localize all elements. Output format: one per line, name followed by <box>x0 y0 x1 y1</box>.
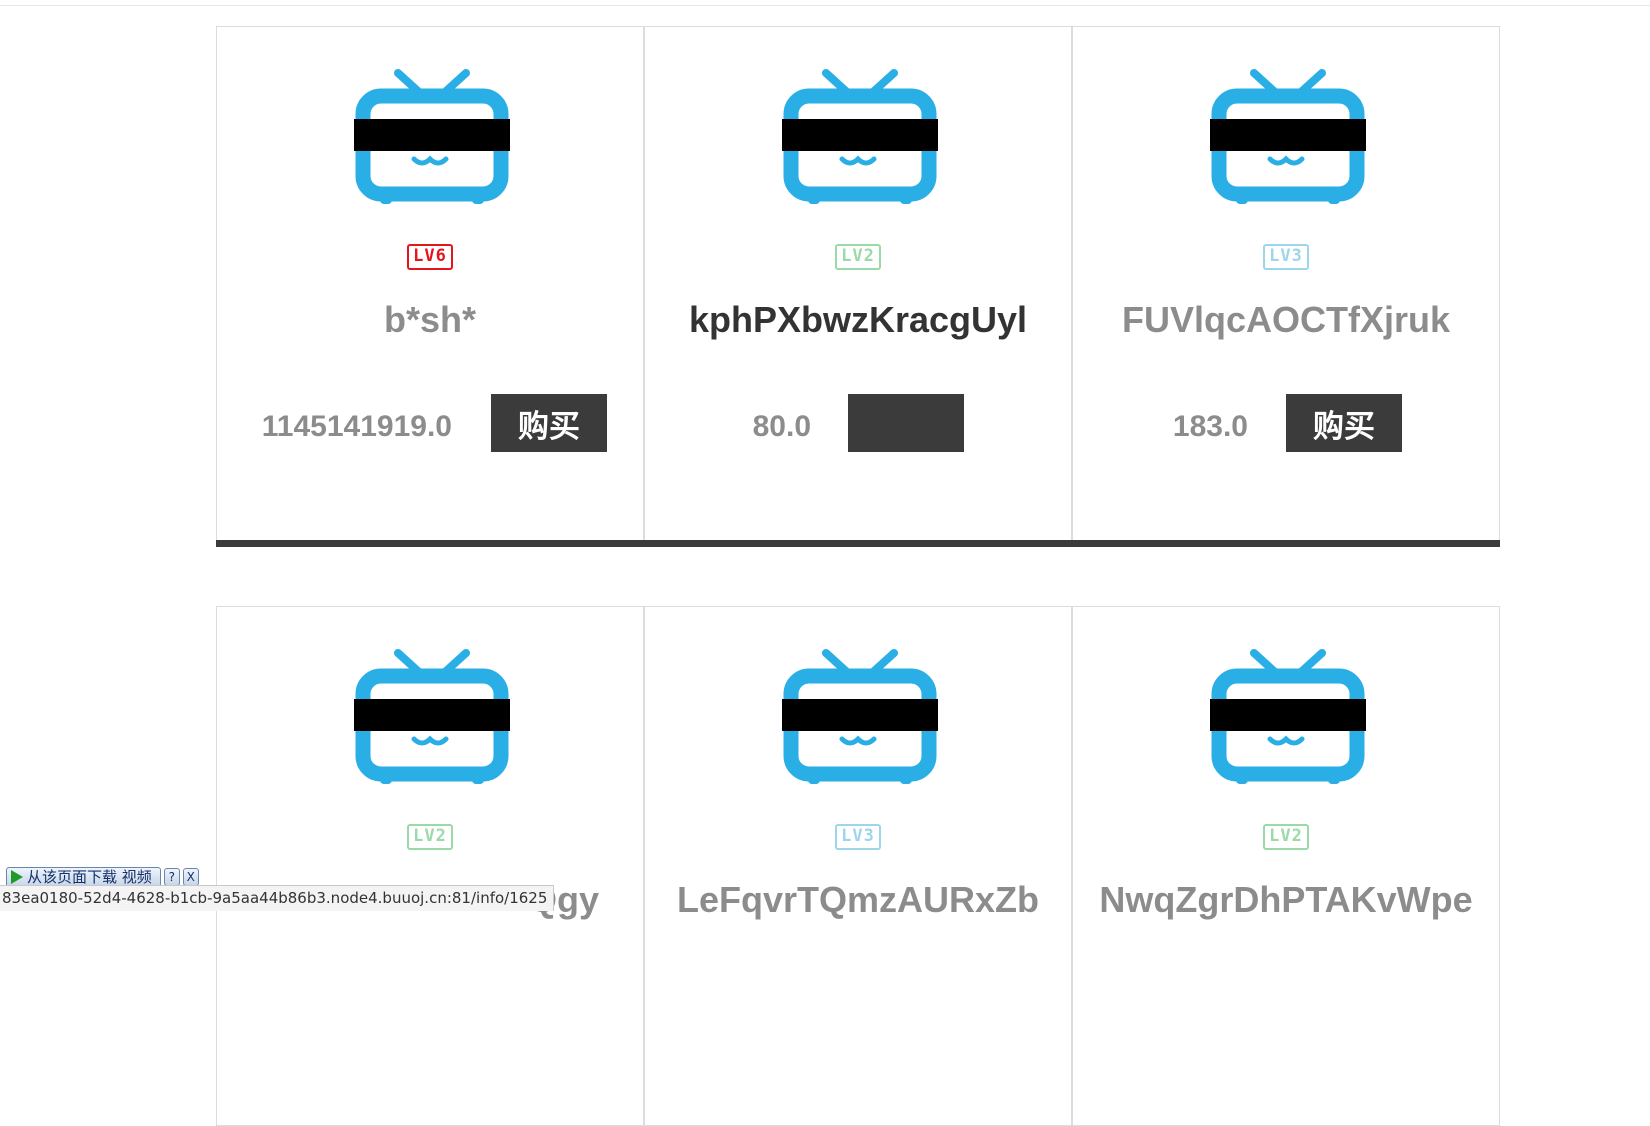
username: LeFqvrTQmzAURxZb <box>676 879 1040 920</box>
username: kphPXbwzKracgUyl <box>688 299 1028 340</box>
product-grid: LV6 b*sh* 1145141919.0 购买 LV2 kphPXbwzKr… <box>216 26 1500 1126</box>
level-badge: LV2 <box>1263 824 1309 850</box>
tv-avatar-icon <box>354 649 510 784</box>
card-bottom-bar <box>1072 540 1500 547</box>
product-card[interactable]: LV2 NwqZgrDhPTAKvWpe <box>1072 606 1500 1126</box>
username: NwqZgrDhPTAKvWpe <box>1099 879 1473 920</box>
card-bottom-bar <box>644 540 1072 547</box>
play-icon <box>11 870 23 884</box>
product-card[interactable]: LV2 kphPXbwzKracgUyl 80.0 <box>644 26 1072 547</box>
level-badge: LV6 <box>407 244 453 270</box>
level-badge: LV3 <box>1263 244 1309 270</box>
tv-avatar-icon <box>1210 649 1366 784</box>
buy-button[interactable]: 购买 <box>491 394 607 452</box>
price: 183.0 <box>1172 410 1248 443</box>
level-badge: LV2 <box>407 824 453 850</box>
download-video-button[interactable]: 从该页面下载 视频 <box>6 867 161 887</box>
status-bar-url: 83ea0180-52d4-4628-b1cb-9a5aa44b86b3.nod… <box>0 885 555 911</box>
tv-avatar-icon <box>782 649 938 784</box>
tv-avatar-icon <box>1210 69 1366 204</box>
price: 1145141919.0 <box>261 410 452 443</box>
level-badge: LV3 <box>835 824 881 850</box>
download-label: 从该页面下载 视频 <box>27 868 152 886</box>
username: FUVlqcAOCTfXjruk <box>1121 299 1451 340</box>
buy-button[interactable]: 购买 <box>1286 394 1402 452</box>
username: b*sh* <box>383 299 477 340</box>
tv-avatar-icon <box>354 69 510 204</box>
product-card[interactable]: LV2 Qgy <box>216 606 644 1126</box>
tv-avatar-icon <box>782 69 938 204</box>
close-button[interactable]: X <box>182 868 199 886</box>
top-divider <box>0 5 1650 6</box>
product-card[interactable]: LV3 FUVlqcAOCTfXjruk 183.0 购买 <box>1072 26 1500 547</box>
help-button[interactable]: ? <box>163 868 180 886</box>
price: 80.0 <box>752 410 811 443</box>
level-badge: LV2 <box>835 244 881 270</box>
product-card[interactable]: LV3 LeFqvrTQmzAURxZb <box>644 606 1072 1126</box>
buy-button[interactable] <box>848 394 964 452</box>
card-bottom-bar <box>216 540 644 547</box>
product-card[interactable]: LV6 b*sh* 1145141919.0 购买 <box>216 26 644 547</box>
